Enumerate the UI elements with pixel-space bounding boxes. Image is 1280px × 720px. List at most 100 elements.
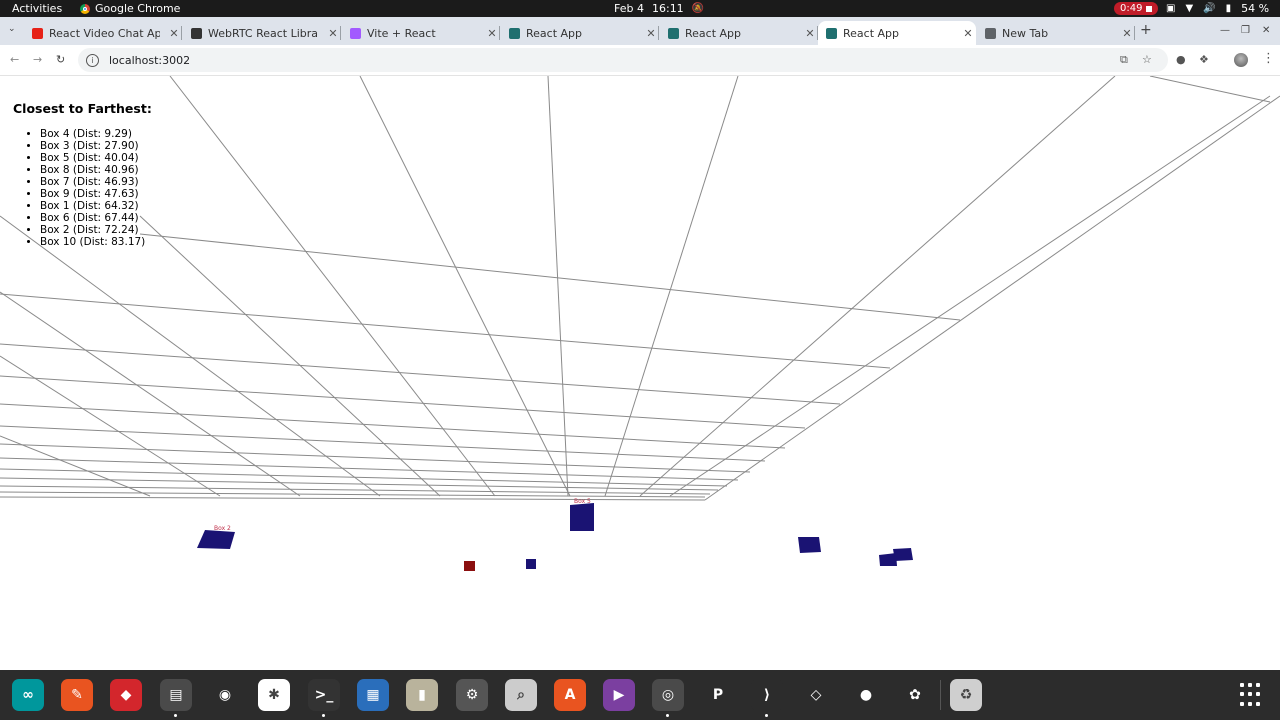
tab-close-icon[interactable]: ✕ [802, 27, 818, 40]
scene-box[interactable] [526, 559, 536, 569]
dock-globe-icon[interactable]: ● [850, 679, 882, 711]
grid-line [139, 233, 961, 321]
tab-favicon-icon [985, 27, 996, 39]
clock[interactable]: Feb 4 16:11 🔕 [614, 0, 704, 17]
restore-window-icon[interactable]: ❐ [1241, 25, 1250, 36]
grid-line [0, 355, 221, 497]
grid-line [0, 375, 806, 429]
dock-search-icon[interactable]: ⌕ [505, 679, 537, 711]
distance-list-item: Box 5 (Dist: 40.04) [40, 152, 152, 164]
distance-list-item: Box 1 (Dist: 64.32) [40, 200, 152, 212]
tab[interactable]: React App ✕ [660, 21, 818, 45]
tab-close-icon[interactable]: ✕ [484, 27, 500, 40]
clock-date: Feb 4 [614, 2, 644, 15]
back-arrow-icon[interactable]: ← [10, 53, 19, 66]
new-tab-plus-icon[interactable]: + [1140, 22, 1152, 38]
tab-separator [181, 26, 182, 40]
scene-box[interactable] [893, 548, 913, 561]
running-indicator [666, 714, 669, 717]
dock-blender-icon[interactable]: ◉ [209, 679, 241, 711]
grid-line [0, 425, 766, 462]
web-page: Box 5 Box 2 Closest to Farthest: Box 4 (D… [0, 76, 1280, 670]
site-info-icon[interactable]: i [86, 53, 99, 67]
focused-app-indicator[interactable]: Google Chrome [80, 0, 180, 17]
scene-box[interactable] [197, 530, 235, 549]
tab-close-icon[interactable]: ✕ [960, 27, 976, 40]
dock-figma-icon[interactable]: ✿ [899, 679, 931, 711]
extensions-puzzle-icon[interactable]: ❖ [1199, 53, 1209, 66]
dock-archive-icon[interactable]: ▮ [406, 679, 438, 711]
battery-percent: 54 % [1241, 2, 1270, 15]
tab[interactable]: React Video Chat App | V ✕ [24, 21, 182, 45]
tab-close-icon[interactable]: ✕ [643, 27, 659, 40]
forward-arrow-icon[interactable]: → [33, 53, 42, 66]
grid-line [0, 496, 706, 501]
box-label: Box 5 [574, 498, 591, 505]
dock-arduino-icon[interactable]: ∞ [12, 679, 44, 711]
dock-video-icon[interactable]: ▶ [603, 679, 635, 711]
dock-git-icon[interactable]: ◆ [110, 679, 142, 711]
distance-list-item: Box 6 (Dist: 67.44) [40, 212, 152, 224]
tab-separator [658, 26, 659, 40]
focused-app-name: Google Chrome [95, 2, 181, 15]
install-app-icon[interactable]: ⧉ [1120, 53, 1128, 67]
dock-terminal-icon[interactable]: >_ [308, 679, 340, 711]
dock-trash-icon[interactable]: ♻ [950, 679, 982, 711]
tab-search-chevron-down-icon[interactable]: ⌄ [8, 24, 16, 34]
grid-line [0, 403, 786, 449]
screen-recording-indicator[interactable]: 0:49 [1114, 2, 1159, 15]
microphone-icon[interactable]: ● [1176, 53, 1186, 66]
dock-document-icon[interactable]: ▦ [357, 679, 389, 711]
reload-icon[interactable]: ↻ [56, 53, 65, 66]
tab-active[interactable]: React App ✕ [818, 21, 976, 45]
dock-software-icon[interactable]: A [554, 679, 586, 711]
tab-favicon-icon [350, 27, 361, 39]
grid-line [169, 76, 496, 497]
dock-settings-icon[interactable]: ⚙ [456, 679, 488, 711]
close-window-icon[interactable]: ✕ [1262, 25, 1270, 36]
volume-icon: 🔊 [1203, 3, 1216, 14]
box-label: Box 2 [214, 525, 231, 532]
tab[interactable]: New Tab ✕ [977, 21, 1135, 45]
address-bar[interactable]: i localhost:3002 ⧉ ☆ [78, 48, 1168, 72]
dock-slack-icon[interactable]: ✱ [258, 679, 290, 711]
grid-line [0, 215, 381, 497]
dock-files-icon[interactable]: ▤ [160, 679, 192, 711]
distance-list-item: Box 3 (Dist: 27.90) [40, 140, 152, 152]
running-indicator [322, 714, 325, 717]
tab[interactable]: WebRTC React Libraries ✕ [183, 21, 341, 45]
dock-pencil-icon[interactable]: ✎ [61, 679, 93, 711]
distance-list-item: Box 8 (Dist: 40.96) [40, 164, 152, 176]
browser-toolbar: ← → ↻ i localhost:3002 ⧉ ☆ ● ❖ ⋮ [0, 45, 1280, 76]
tab-separator [340, 26, 341, 40]
running-indicator [174, 714, 177, 717]
dock-unity-icon[interactable]: ◇ [800, 679, 832, 711]
grid-line [547, 76, 569, 497]
scene-box-highlighted[interactable] [464, 561, 475, 571]
system-tray[interactable]: ▣ ▼ 🔊 ▮ 54 % [1166, 0, 1269, 17]
profile-avatar[interactable] [1234, 53, 1248, 67]
tab[interactable]: React App ✕ [501, 21, 659, 45]
chrome-menu-icon[interactable]: ⋮ [1262, 51, 1275, 66]
show-applications-icon[interactable] [1240, 683, 1264, 707]
grid-line [604, 76, 739, 497]
three-d-scene-canvas[interactable]: Box 5 Box 2 [0, 76, 1280, 670]
minimize-window-icon[interactable]: — [1220, 25, 1230, 36]
recording-time: 0:49 [1120, 3, 1143, 14]
dock-vscode-icon[interactable]: ⟩ [751, 679, 783, 711]
bookmark-star-icon[interactable]: ☆ [1142, 53, 1152, 66]
tab-title: React App [526, 26, 583, 40]
address-url[interactable]: localhost:3002 [109, 54, 190, 67]
activities-button[interactable]: Activities [12, 0, 62, 17]
dock-chrome-icon[interactable]: ◎ [652, 679, 684, 711]
tab[interactable]: Vite + React ✕ [342, 21, 500, 45]
tab-close-icon[interactable]: ✕ [325, 27, 341, 40]
tab-close-icon[interactable]: ✕ [166, 27, 182, 40]
scene-box[interactable] [798, 537, 821, 553]
tab-favicon-icon [826, 27, 837, 39]
tab-title: React App [685, 26, 742, 40]
dock-p-app-icon[interactable]: P [702, 679, 734, 711]
tab-close-icon[interactable]: ✕ [1119, 27, 1135, 40]
camera-icon: ▣ [1166, 3, 1176, 14]
scene-box[interactable] [570, 503, 594, 531]
